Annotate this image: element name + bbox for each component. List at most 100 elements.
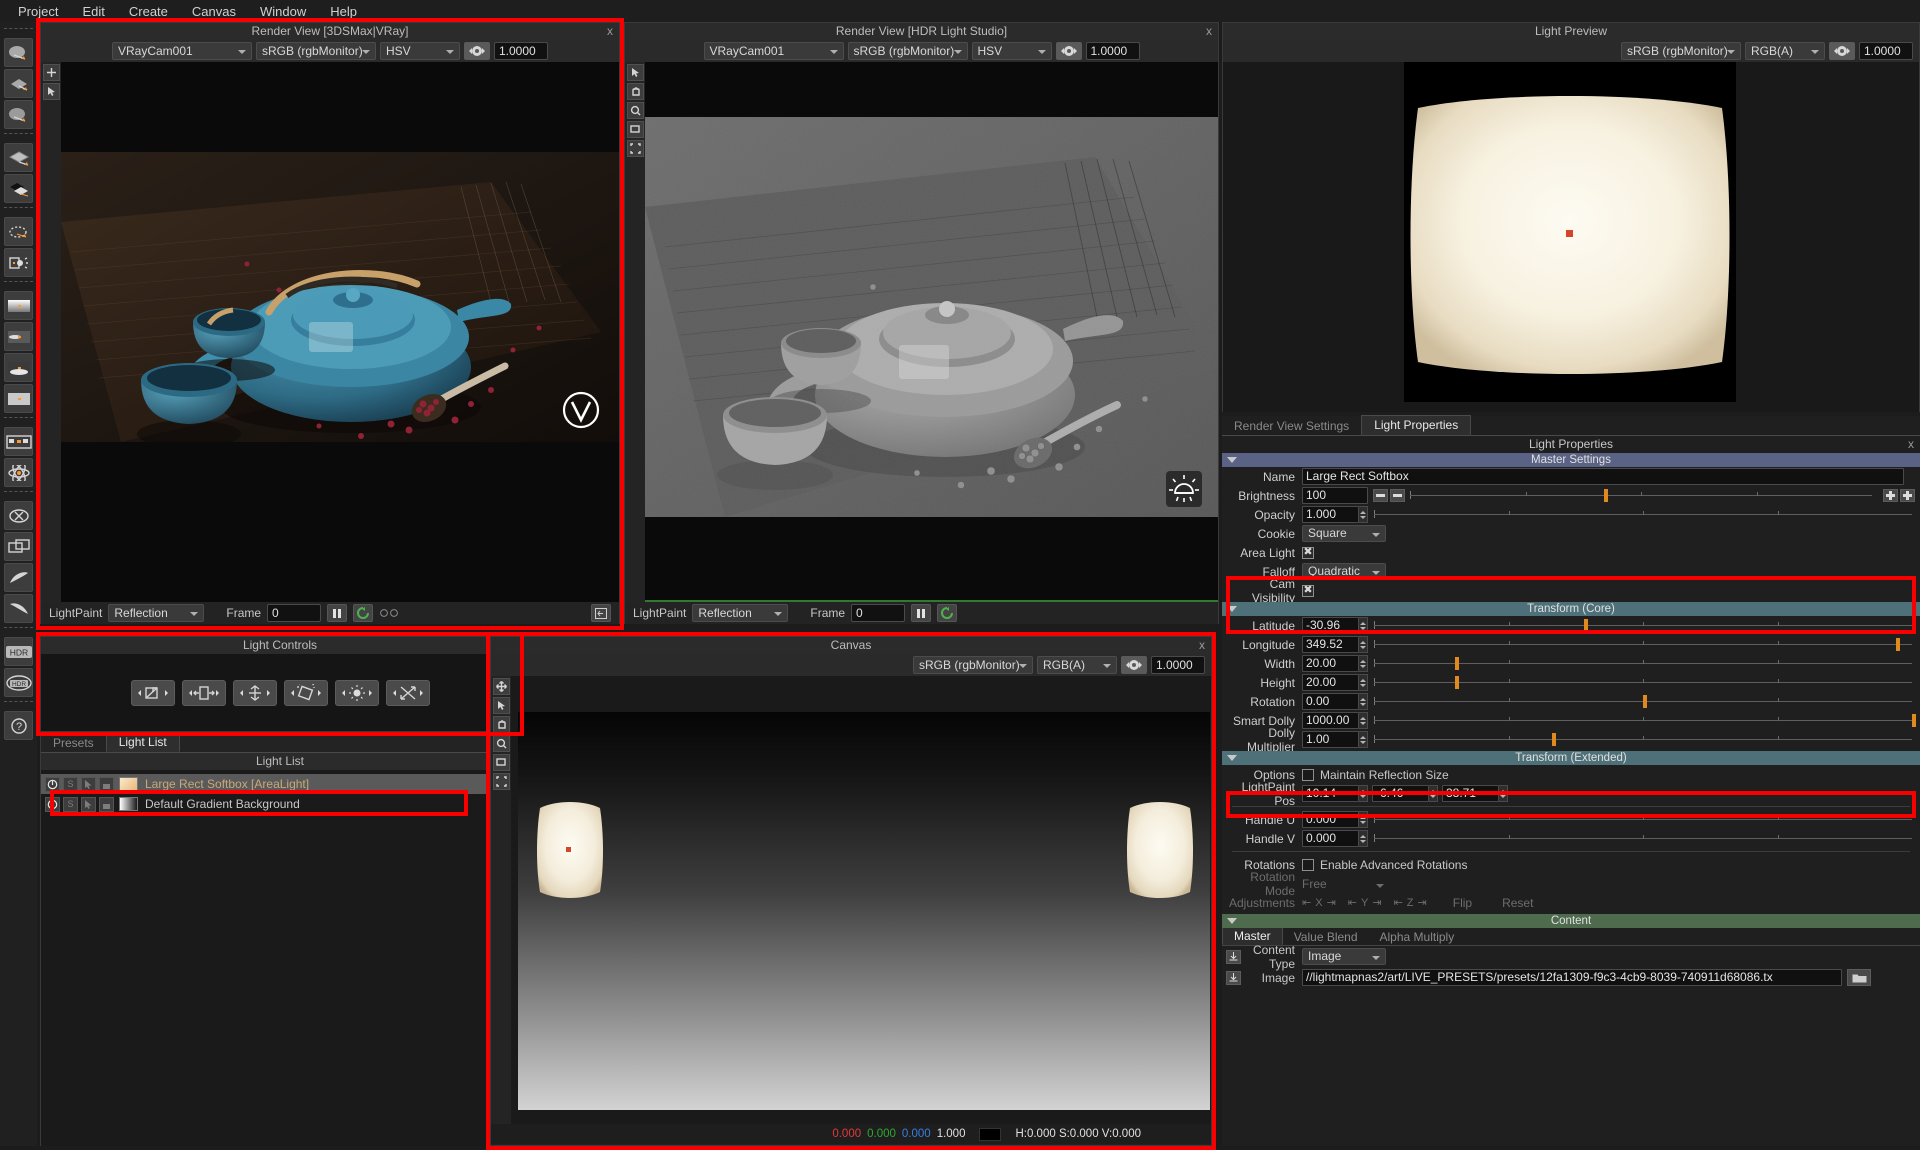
subtab-alpha-multiply[interactable]: Alpha Multiply bbox=[1369, 929, 1466, 945]
hdr-refresh-tool[interactable]: HDR bbox=[4, 668, 33, 697]
light-preview-viewport[interactable] bbox=[1223, 62, 1919, 412]
maintain-reflection-size-checkbox[interactable] bbox=[1302, 768, 1314, 781]
width-stepper[interactable] bbox=[1359, 655, 1368, 672]
refresh-icon-2[interactable] bbox=[937, 604, 958, 622]
height-control[interactable] bbox=[232, 679, 277, 706]
frame-value-1[interactable]: 0 bbox=[267, 604, 322, 622]
aperture-icon-2[interactable] bbox=[1055, 42, 1082, 60]
exposure-value-1[interactable]: 1.0000 bbox=[494, 42, 548, 60]
handle-u-slider[interactable] bbox=[1374, 811, 1912, 828]
channel-select-canvas[interactable]: RGB(A) bbox=[1037, 656, 1117, 674]
width-control[interactable] bbox=[181, 679, 226, 706]
brightness-control[interactable] bbox=[334, 679, 379, 706]
opacity-slider[interactable] bbox=[1374, 506, 1912, 523]
longitude-slider[interactable] bbox=[1374, 636, 1912, 653]
browse-folder-icon[interactable] bbox=[1847, 969, 1871, 986]
camera-select-2[interactable]: VRayCam001 bbox=[703, 42, 844, 60]
rotation-slider[interactable] bbox=[1374, 693, 1912, 710]
zoom-icon-canvas[interactable] bbox=[492, 735, 510, 752]
close-icon[interactable]: x bbox=[1206, 23, 1212, 40]
image-path-input[interactable]: //lightmapnas2/art/LIVE_PRESETS/presets/… bbox=[1302, 969, 1842, 986]
delete-tool[interactable] bbox=[4, 501, 33, 530]
exposure-value-preview[interactable]: 1.0000 bbox=[1859, 42, 1913, 60]
menu-item-window[interactable]: Window bbox=[248, 1, 318, 22]
channel-select-2[interactable]: HSV bbox=[971, 42, 1052, 60]
exposure-value-canvas[interactable]: 1.0000 bbox=[1151, 656, 1205, 674]
falloff-select[interactable]: Quadratic bbox=[1302, 563, 1386, 580]
close-icon[interactable]: x bbox=[1199, 637, 1205, 654]
handle-v-stepper[interactable] bbox=[1359, 830, 1368, 847]
tab-presets[interactable]: Presets bbox=[41, 734, 106, 752]
aperture-icon-canvas[interactable] bbox=[1121, 656, 1147, 674]
plane-tool[interactable] bbox=[4, 143, 33, 172]
node-graph-tool[interactable] bbox=[4, 427, 33, 456]
curve-right-tool[interactable] bbox=[4, 594, 33, 623]
colorspace-select-1[interactable]: sRGB (rgbMonitor) bbox=[256, 42, 376, 60]
width-input[interactable]: 20.00 bbox=[1302, 655, 1359, 672]
channel-select-preview[interactable]: RGB(A) bbox=[1745, 42, 1825, 60]
tab-light-properties[interactable]: Light Properties bbox=[1361, 415, 1472, 435]
area-light-checkbox[interactable]: ✖ bbox=[1302, 546, 1314, 559]
smart-dolly-input[interactable]: 1000.00 bbox=[1302, 712, 1359, 729]
colorspace-select-2[interactable]: sRGB (rgbMonitor) bbox=[847, 42, 968, 60]
flat-tool[interactable] bbox=[4, 384, 33, 413]
aperture-icon-1[interactable] bbox=[464, 42, 490, 60]
content-type-load-icon[interactable] bbox=[1226, 949, 1241, 964]
brightness-plus2-icon[interactable] bbox=[1900, 489, 1915, 502]
close-icon[interactable]: x bbox=[607, 23, 613, 40]
orbit-tool[interactable] bbox=[4, 217, 33, 246]
height-input[interactable]: 20.00 bbox=[1302, 674, 1359, 691]
opacity-stepper[interactable] bbox=[1359, 506, 1368, 523]
axis-z-left-icon[interactable]: ⇤ bbox=[1394, 896, 1403, 909]
brightness-plus-icon[interactable] bbox=[1883, 489, 1898, 502]
lock-icon[interactable] bbox=[99, 796, 114, 812]
zoom-region-icon-2[interactable] bbox=[626, 140, 644, 157]
content-type-select[interactable]: Image bbox=[1302, 948, 1386, 965]
axis-z-right-icon[interactable]: ⇥ bbox=[1418, 896, 1427, 909]
lightpaint-pos-x-stepper[interactable] bbox=[1359, 785, 1368, 802]
move-icon-1[interactable] bbox=[42, 64, 60, 81]
aperture-icon-preview[interactable] bbox=[1829, 42, 1855, 60]
group-header-master-settings[interactable]: Master Settings bbox=[1222, 453, 1920, 467]
pause-icon-1[interactable] bbox=[327, 604, 348, 622]
pan-hand-icon-canvas[interactable] bbox=[492, 716, 510, 733]
colorspace-select-canvas[interactable]: sRGB (rgbMonitor) bbox=[913, 656, 1033, 674]
canvas-image[interactable] bbox=[518, 712, 1210, 1110]
collapse-icon-1[interactable] bbox=[591, 604, 611, 622]
reset-button[interactable]: Reset bbox=[1502, 896, 1533, 910]
smart-dolly-slider[interactable] bbox=[1374, 712, 1916, 729]
handle-v-slider[interactable] bbox=[1374, 830, 1912, 847]
latitude-input[interactable]: -30.96 bbox=[1302, 617, 1359, 634]
group-header-content[interactable]: Content bbox=[1222, 914, 1920, 928]
brightness-minus2-icon[interactable] bbox=[1390, 489, 1405, 502]
dolly-multiplier-input[interactable]: 1.00 bbox=[1302, 731, 1359, 748]
light-list-item-default-gradient-background[interactable]: S Default Gradient Background bbox=[41, 794, 519, 814]
solo-icon[interactable]: S bbox=[63, 796, 78, 812]
lightpaint-pos-z-input[interactable]: 38.71 bbox=[1442, 785, 1499, 802]
render-view-2-viewport[interactable] bbox=[625, 62, 1218, 602]
cam-visibility-checkbox[interactable]: ✖ bbox=[1302, 584, 1314, 597]
channel-select-1[interactable]: HSV bbox=[380, 42, 460, 60]
light-paint-plane-tool[interactable] bbox=[4, 69, 33, 98]
scale-uniform-control[interactable] bbox=[130, 679, 175, 706]
camera-select-1[interactable]: VRayCam001 bbox=[112, 42, 252, 60]
handle-u-stepper[interactable] bbox=[1359, 811, 1368, 828]
light-paint-sphere2-tool[interactable] bbox=[4, 100, 33, 129]
move-icon-canvas[interactable] bbox=[492, 678, 510, 695]
rotation-input[interactable]: 0.00 bbox=[1302, 693, 1359, 710]
smart-dolly-stepper[interactable] bbox=[1359, 712, 1368, 729]
background-color-swatch[interactable] bbox=[119, 797, 138, 811]
dolly-multiplier-stepper[interactable] bbox=[1359, 731, 1368, 748]
name-input[interactable]: Large Rect Softbox bbox=[1302, 468, 1904, 485]
help-tool[interactable]: ? bbox=[4, 711, 33, 740]
gradient-bar-tool[interactable] bbox=[4, 291, 33, 320]
enable-advanced-rotations-checkbox[interactable] bbox=[1302, 858, 1314, 871]
width-slider[interactable] bbox=[1374, 655, 1912, 672]
brightness-minus-icon[interactable] bbox=[1373, 489, 1388, 502]
fit-icon-canvas[interactable] bbox=[492, 754, 510, 771]
zoom-icon-2[interactable] bbox=[626, 102, 644, 119]
hdr-tool[interactable]: HDR bbox=[4, 637, 33, 666]
lightpaint-pos-z-stepper[interactable] bbox=[1499, 785, 1508, 802]
lightpaint-pos-x-input[interactable]: 10.14 bbox=[1302, 785, 1359, 802]
close-icon[interactable]: x bbox=[1908, 436, 1914, 453]
